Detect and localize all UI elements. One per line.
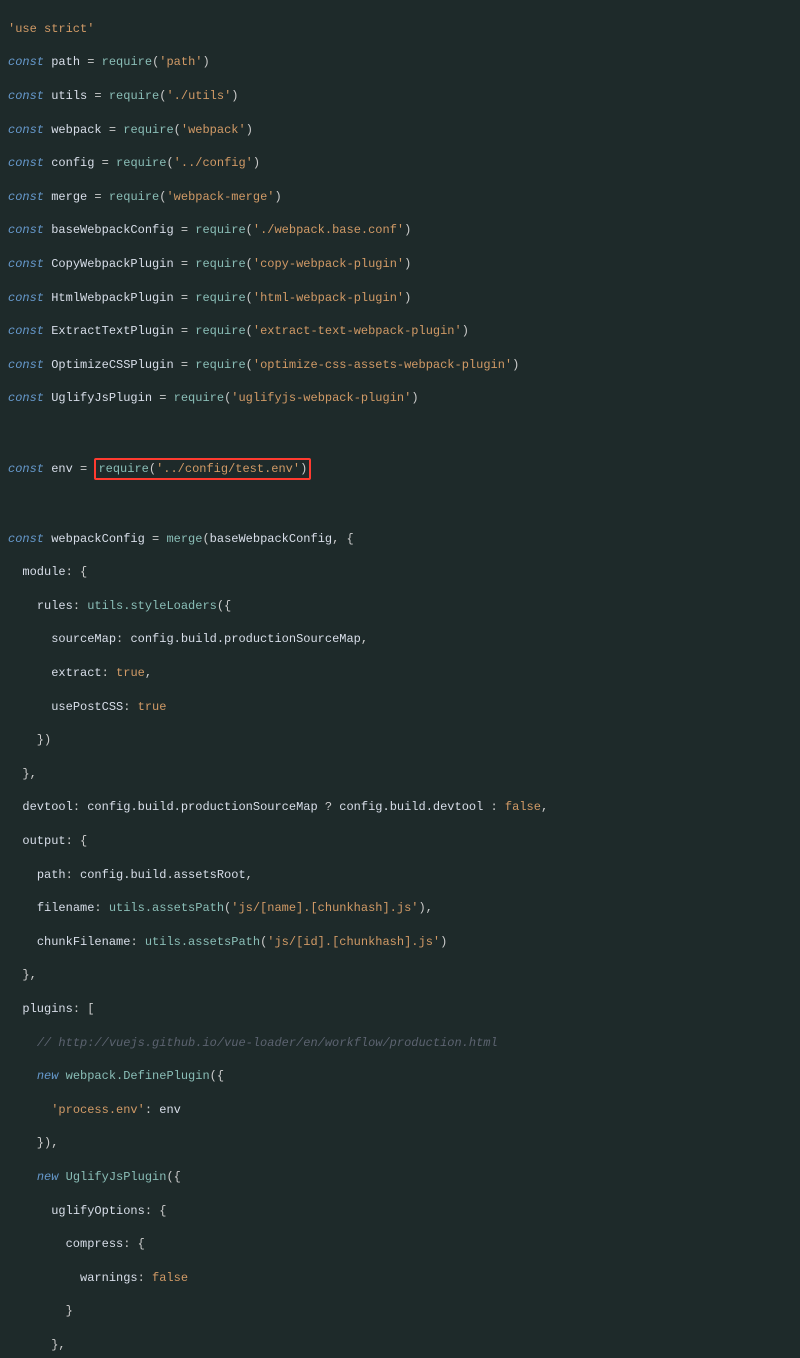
ident: path [51, 55, 80, 69]
fn: require [102, 55, 152, 69]
code-editor[interactable]: 'use strict' const path = require('path'… [0, 0, 800, 1358]
comment: // http://vuejs.github.io/vue-loader/en/… [37, 1036, 498, 1050]
string: 'use strict' [8, 22, 94, 36]
keyword: const [8, 55, 44, 69]
highlighted-region: require('../config/test.env') [94, 458, 311, 481]
